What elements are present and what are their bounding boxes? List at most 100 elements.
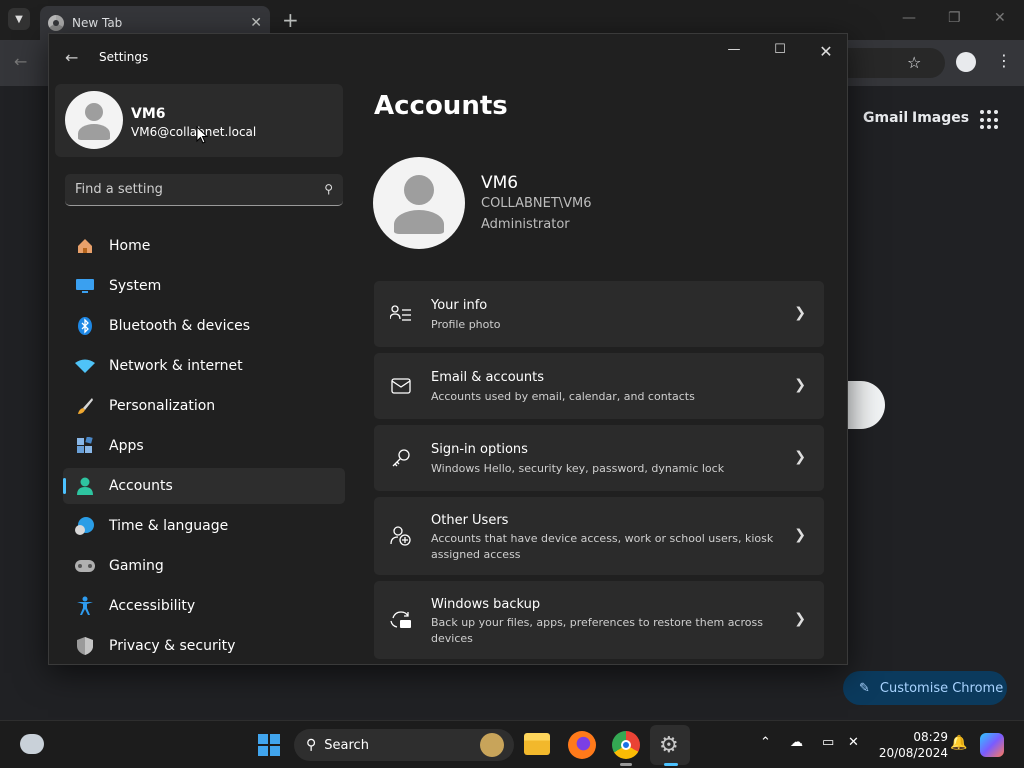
- profile-avatar: [65, 91, 123, 149]
- card-your-info[interactable]: Your info Profile photo ❯: [374, 281, 824, 347]
- search-highlight-icon: [480, 733, 504, 757]
- card-windows-backup[interactable]: Windows backup Back up your files, apps,…: [374, 581, 824, 659]
- chrome-back-icon[interactable]: ←: [14, 52, 27, 71]
- minimize-button[interactable]: —: [719, 42, 749, 57]
- copilot-icon[interactable]: [980, 733, 1004, 757]
- sidebar-item-label: Apps: [109, 438, 144, 454]
- google-apps-icon[interactable]: [980, 110, 1000, 130]
- add-user-icon: [390, 525, 412, 547]
- app-title: Settings: [99, 50, 149, 64]
- sidebar-item-label: Home: [109, 238, 151, 254]
- card-title: Email & accounts: [431, 370, 545, 385]
- page-title: Accounts: [374, 91, 508, 121]
- taskbar-search-label: Search: [324, 737, 369, 753]
- profile-avatar-icon[interactable]: [956, 52, 976, 72]
- user-domain: COLLABNET\VM6: [481, 196, 592, 211]
- sidebar-item-home[interactable]: Home: [63, 228, 345, 264]
- sidebar-item-label: Accounts: [109, 478, 173, 494]
- back-arrow-icon[interactable]: ←: [65, 48, 78, 67]
- firefox-icon[interactable]: [568, 731, 596, 759]
- sidebar-item-label: Time & language: [109, 518, 229, 534]
- sidebar-item-label: Network & internet: [109, 358, 243, 374]
- sidebar-item-label: Bluetooth & devices: [109, 318, 251, 334]
- card-other-users[interactable]: Other Users Accounts that have device ac…: [374, 497, 824, 575]
- chrome-close-icon[interactable]: ✕: [994, 10, 1006, 26]
- clock[interactable]: 08:29 20/08/2024: [872, 729, 948, 761]
- chrome-running-indicator: [620, 763, 632, 766]
- card-title: Windows backup: [431, 597, 541, 612]
- wifi-icon: [75, 356, 95, 376]
- bluetooth-icon: [75, 316, 95, 336]
- gmail-link[interactable]: Gmail: [863, 110, 908, 126]
- weather-icon[interactable]: [20, 734, 44, 754]
- new-tab-button[interactable]: +: [282, 8, 299, 32]
- backup-icon: [390, 609, 412, 631]
- notification-bell-icon[interactable]: 🔔: [950, 735, 967, 751]
- find-setting-box: ⚲: [65, 174, 343, 206]
- profile-name: VM6: [131, 106, 166, 122]
- pencil-icon: ✎: [859, 680, 870, 696]
- sidebar-item-label: Personalization: [109, 398, 216, 414]
- omnibox[interactable]: [845, 48, 945, 78]
- person-card-icon: [390, 303, 412, 325]
- tab-close-icon[interactable]: ✕: [250, 15, 262, 31]
- tab-title: New Tab: [72, 16, 123, 30]
- card-title: Other Users: [431, 513, 509, 528]
- chrome-restore-icon[interactable]: ❐: [948, 10, 961, 26]
- card-description: Windows Hello, security key, password, d…: [431, 462, 725, 475]
- search-icon[interactable]: ⚲: [324, 182, 333, 196]
- sidebar-item-personalization[interactable]: Personalization: [63, 388, 345, 424]
- brush-icon: [75, 396, 95, 416]
- start-button[interactable]: [258, 734, 280, 756]
- sidebar-nav: Home System Bluetooth & devices Network …: [63, 228, 345, 664]
- network-icon[interactable]: ▭: [822, 735, 834, 750]
- gamepad-icon: [75, 556, 95, 576]
- maximize-button[interactable]: ☐: [765, 42, 795, 57]
- close-button[interactable]: ✕: [811, 42, 841, 61]
- chrome-menu-icon[interactable]: ⋮: [996, 51, 1012, 70]
- sidebar-item-accessibility[interactable]: Accessibility: [63, 588, 345, 624]
- sidebar-item-accounts[interactable]: Accounts: [63, 468, 345, 504]
- chevron-right-icon: ❯: [794, 527, 806, 543]
- card-description: Accounts used by email, calendar, and co…: [431, 390, 695, 403]
- tray-chevron-up-icon[interactable]: ⌃: [760, 735, 771, 750]
- clock-time: 08:29: [913, 730, 948, 744]
- taskbar: ⚲ Search ⚙ ⌃ ☁ ▭ ✕ 08:29 20/08/2024 🔔: [0, 720, 1024, 768]
- images-link[interactable]: Images: [912, 110, 969, 126]
- card-title: Your info: [431, 298, 488, 313]
- accessibility-icon: [75, 596, 95, 616]
- bookmark-star-icon[interactable]: ☆: [907, 53, 921, 72]
- tab-search-button[interactable]: ▼: [8, 8, 30, 30]
- settings-running-indicator: [664, 763, 678, 766]
- chevron-right-icon: ❯: [794, 305, 806, 321]
- user-avatar: [373, 157, 465, 249]
- taskbar-search[interactable]: ⚲ Search: [294, 729, 514, 761]
- sidebar-item-label: System: [109, 278, 162, 294]
- file-explorer-icon[interactable]: [524, 733, 550, 755]
- sidebar-item-network[interactable]: Network & internet: [63, 348, 345, 384]
- sidebar-item-apps[interactable]: Apps: [63, 428, 345, 464]
- globe-icon: [75, 516, 95, 536]
- sidebar-item-system[interactable]: System: [63, 268, 345, 304]
- sidebar-item-bluetooth[interactable]: Bluetooth & devices: [63, 308, 345, 344]
- customise-chrome-button[interactable]: ✎ Customise Chrome: [843, 671, 1007, 705]
- mouse-cursor-icon: [196, 126, 208, 144]
- chrome-favicon-icon: [48, 15, 64, 31]
- chrome-minimize-icon[interactable]: —: [902, 10, 916, 26]
- sidebar-item-privacy-security[interactable]: Privacy & security: [63, 628, 345, 664]
- onedrive-offline-icon[interactable]: ☁: [790, 735, 803, 750]
- user-name: VM6: [481, 173, 519, 193]
- card-email-accounts[interactable]: Email & accounts Accounts used by email,…: [374, 353, 824, 419]
- volume-muted-icon[interactable]: ✕: [848, 735, 859, 750]
- sidebar-item-gaming[interactable]: Gaming: [63, 548, 345, 584]
- google-lens-button[interactable]: [845, 381, 885, 429]
- apps-icon: [75, 436, 95, 456]
- card-sign-in-options[interactable]: Sign-in options Windows Hello, security …: [374, 425, 824, 491]
- user-role: Administrator: [481, 217, 570, 232]
- chevron-right-icon: ❯: [794, 611, 806, 627]
- card-description: Profile photo: [431, 318, 501, 331]
- search-input[interactable]: [65, 174, 343, 205]
- sidebar-item-label: Privacy & security: [109, 638, 236, 654]
- sidebar-item-label: Accessibility: [109, 598, 196, 614]
- sidebar-item-time-language[interactable]: Time & language: [63, 508, 345, 544]
